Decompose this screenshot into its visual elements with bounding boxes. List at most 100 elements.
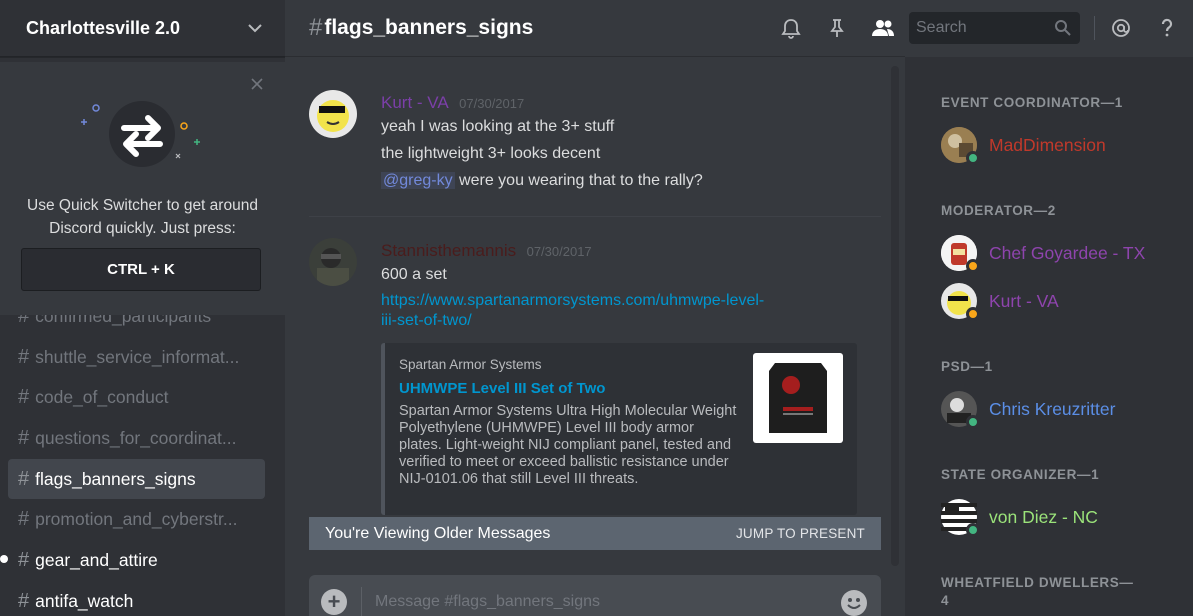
help-icon[interactable]	[1151, 12, 1183, 44]
guild-name: Charlottesville 2.0	[26, 17, 181, 38]
hash-icon: #	[18, 426, 30, 449]
hash-icon: #	[18, 386, 30, 409]
hash-icon: #	[309, 14, 323, 41]
quick-switcher-icon	[81, 101, 200, 167]
close-icon[interactable]	[249, 76, 265, 92]
link-embed: Spartan Armor Systems UHMWPE Level III S…	[381, 343, 857, 515]
status-online-indicator	[966, 415, 980, 429]
channel-label: promotion_and_cyberstr...	[35, 509, 238, 530]
link-text[interactable]: https://www.spartanarmorsystems.com/uhmw…	[381, 291, 841, 311]
member-name: von Diez - NC	[989, 506, 1098, 527]
hash-icon: #	[18, 345, 30, 368]
member-name: Kurt - VA	[989, 290, 1059, 311]
channel-gear-and-attire[interactable]: # gear_and_attire	[0, 540, 265, 581]
member-item[interactable]: von Diez - NC	[941, 497, 1098, 537]
message-input[interactable]	[375, 587, 815, 616]
toolbar-divider	[1094, 16, 1095, 40]
message-timestamp: 07/30/2017	[459, 96, 525, 111]
avatar	[941, 235, 980, 273]
avatar	[941, 499, 980, 537]
avatar	[941, 283, 980, 321]
guild-header[interactable]: Charlottesville 2.0	[0, 0, 285, 57]
member-item[interactable]: Chris Kreuzritter	[941, 389, 1115, 429]
message-link[interactable]: https://www.spartanarmorsystems.com/uhmw…	[381, 291, 841, 331]
message-line: the lightweight 3+ looks decent	[381, 145, 601, 162]
scrollbar[interactable]	[891, 66, 899, 566]
message-body: Kurt - VA 07/30/2017 yeah I was looking …	[381, 93, 881, 194]
status-online-indicator	[966, 151, 980, 165]
message-line: 600 a set	[381, 266, 447, 283]
user-mention[interactable]: @greg-ky	[381, 172, 455, 189]
channel-flags-banners-signs[interactable]: # flags_banners_signs	[8, 458, 265, 500]
link-text[interactable]: iii-set-of-two/	[381, 311, 841, 331]
search-input[interactable]	[916, 17, 1046, 39]
older-messages-text: You're Viewing Older Messages	[325, 524, 551, 542]
member-name: MadDimension	[989, 134, 1106, 155]
avatar	[941, 127, 980, 165]
avatar	[941, 391, 980, 429]
member-item[interactable]: Chef Goyardee - TX	[941, 233, 1145, 273]
message-author[interactable]: Stannisthemannis	[381, 241, 516, 260]
embed-thumbnail[interactable]	[753, 353, 843, 443]
channel-promotion-and-cyberstrategy[interactable]: # promotion_and_cyberstr...	[8, 499, 265, 540]
member-name: Chris Kreuzritter	[989, 398, 1116, 419]
composer-divider	[361, 587, 362, 616]
quick-switcher-tip: Use Quick Switcher to get around Discord…	[0, 62, 285, 315]
hash-icon: #	[18, 467, 30, 490]
chat-area: # flags_banners_signs Kurt - VA 07/30/20…	[285, 0, 905, 616]
hash-icon: #	[18, 508, 30, 531]
search-icon	[1055, 20, 1071, 36]
status-online-indicator	[966, 523, 980, 537]
channel-antifa-watch[interactable]: # antifa_watch	[8, 581, 265, 616]
jump-to-present-button[interactable]: JUMP TO PRESENT	[736, 526, 865, 541]
quick-switcher-line-1: Use Quick Switcher to get around	[27, 197, 258, 214]
channel-label: gear_and_attire	[35, 549, 158, 570]
message-author[interactable]: Kurt - VA	[381, 93, 449, 112]
member-name: Chef Goyardee - TX	[989, 242, 1146, 263]
role-header: EVENT COORDINATOR—1	[941, 95, 1123, 110]
quick-switcher-text: Use Quick Switcher to get around Discord…	[0, 194, 285, 240]
channel-label: questions_for_coordinat...	[35, 427, 237, 448]
channel-sidebar: Charlottesville 2.0 # confirmed_participa…	[0, 0, 285, 616]
older-messages-bar: You're Viewing Older Messages JUMP TO PR…	[309, 517, 881, 550]
member-item[interactable]: Kurt - VA	[941, 281, 1059, 321]
status-idle-indicator	[966, 259, 980, 273]
status-idle-indicator	[966, 307, 980, 321]
channel-code-of-conduct[interactable]: # code_of_conduct	[8, 377, 265, 418]
message-text: were you wearing that to the rally?	[454, 172, 703, 189]
upload-plus-icon[interactable]: +	[321, 589, 347, 615]
role-header: WHEATFIELD DWELLERS—4	[941, 575, 1134, 608]
member-list: EVENT COORDINATOR—1 MadDimension MODERAT…	[905, 57, 1193, 616]
embed-provider[interactable]: Spartan Armor Systems	[399, 357, 542, 372]
notification-bell-icon[interactable]	[775, 12, 807, 44]
avatar[interactable]	[309, 90, 357, 138]
message-line: yeah I was looking at the 3+ stuff	[381, 118, 615, 135]
embed-title[interactable]: UHMWPE Level III Set of Two	[399, 380, 605, 397]
search-box[interactable]	[909, 12, 1080, 44]
channel-label: flags_banners_signs	[35, 468, 196, 489]
channel-shuttle-service[interactable]: # shuttle_service_informat...	[8, 337, 265, 378]
chevron-down-icon[interactable]	[247, 20, 263, 36]
pin-icon[interactable]	[821, 12, 853, 44]
role-header: MODERATOR—2	[941, 203, 1056, 218]
embed-description: Spartan Armor Systems Ultra High Molecul…	[399, 403, 737, 487]
role-header: STATE ORGANIZER—1	[941, 467, 1100, 482]
mentions-icon[interactable]	[1105, 12, 1137, 44]
quick-switcher-line-2: Discord quickly. Just press:	[49, 220, 236, 237]
message-timestamp: 07/30/2017	[526, 244, 592, 259]
channel-questions-for-coordinators[interactable]: # questions_for_coordinat...	[8, 418, 265, 459]
channel-title: flags_banners_signs	[324, 16, 534, 39]
unread-indicator	[0, 555, 8, 564]
member-list-icon[interactable]	[867, 12, 899, 44]
emoji-picker-icon[interactable]	[841, 590, 867, 616]
channel-label: code_of_conduct	[35, 387, 169, 408]
hash-icon: #	[18, 548, 30, 571]
message-divider	[309, 216, 881, 217]
channel-label: shuttle_service_informat...	[35, 346, 240, 367]
hash-icon: #	[18, 589, 30, 612]
member-item[interactable]: MadDimension	[941, 125, 1106, 165]
channel-label: antifa_watch	[35, 590, 134, 611]
shortcut-key: CTRL + K	[21, 248, 261, 291]
channel-list: # confirmed_participants # shuttle_service…	[0, 296, 285, 616]
avatar[interactable]	[309, 238, 357, 286]
